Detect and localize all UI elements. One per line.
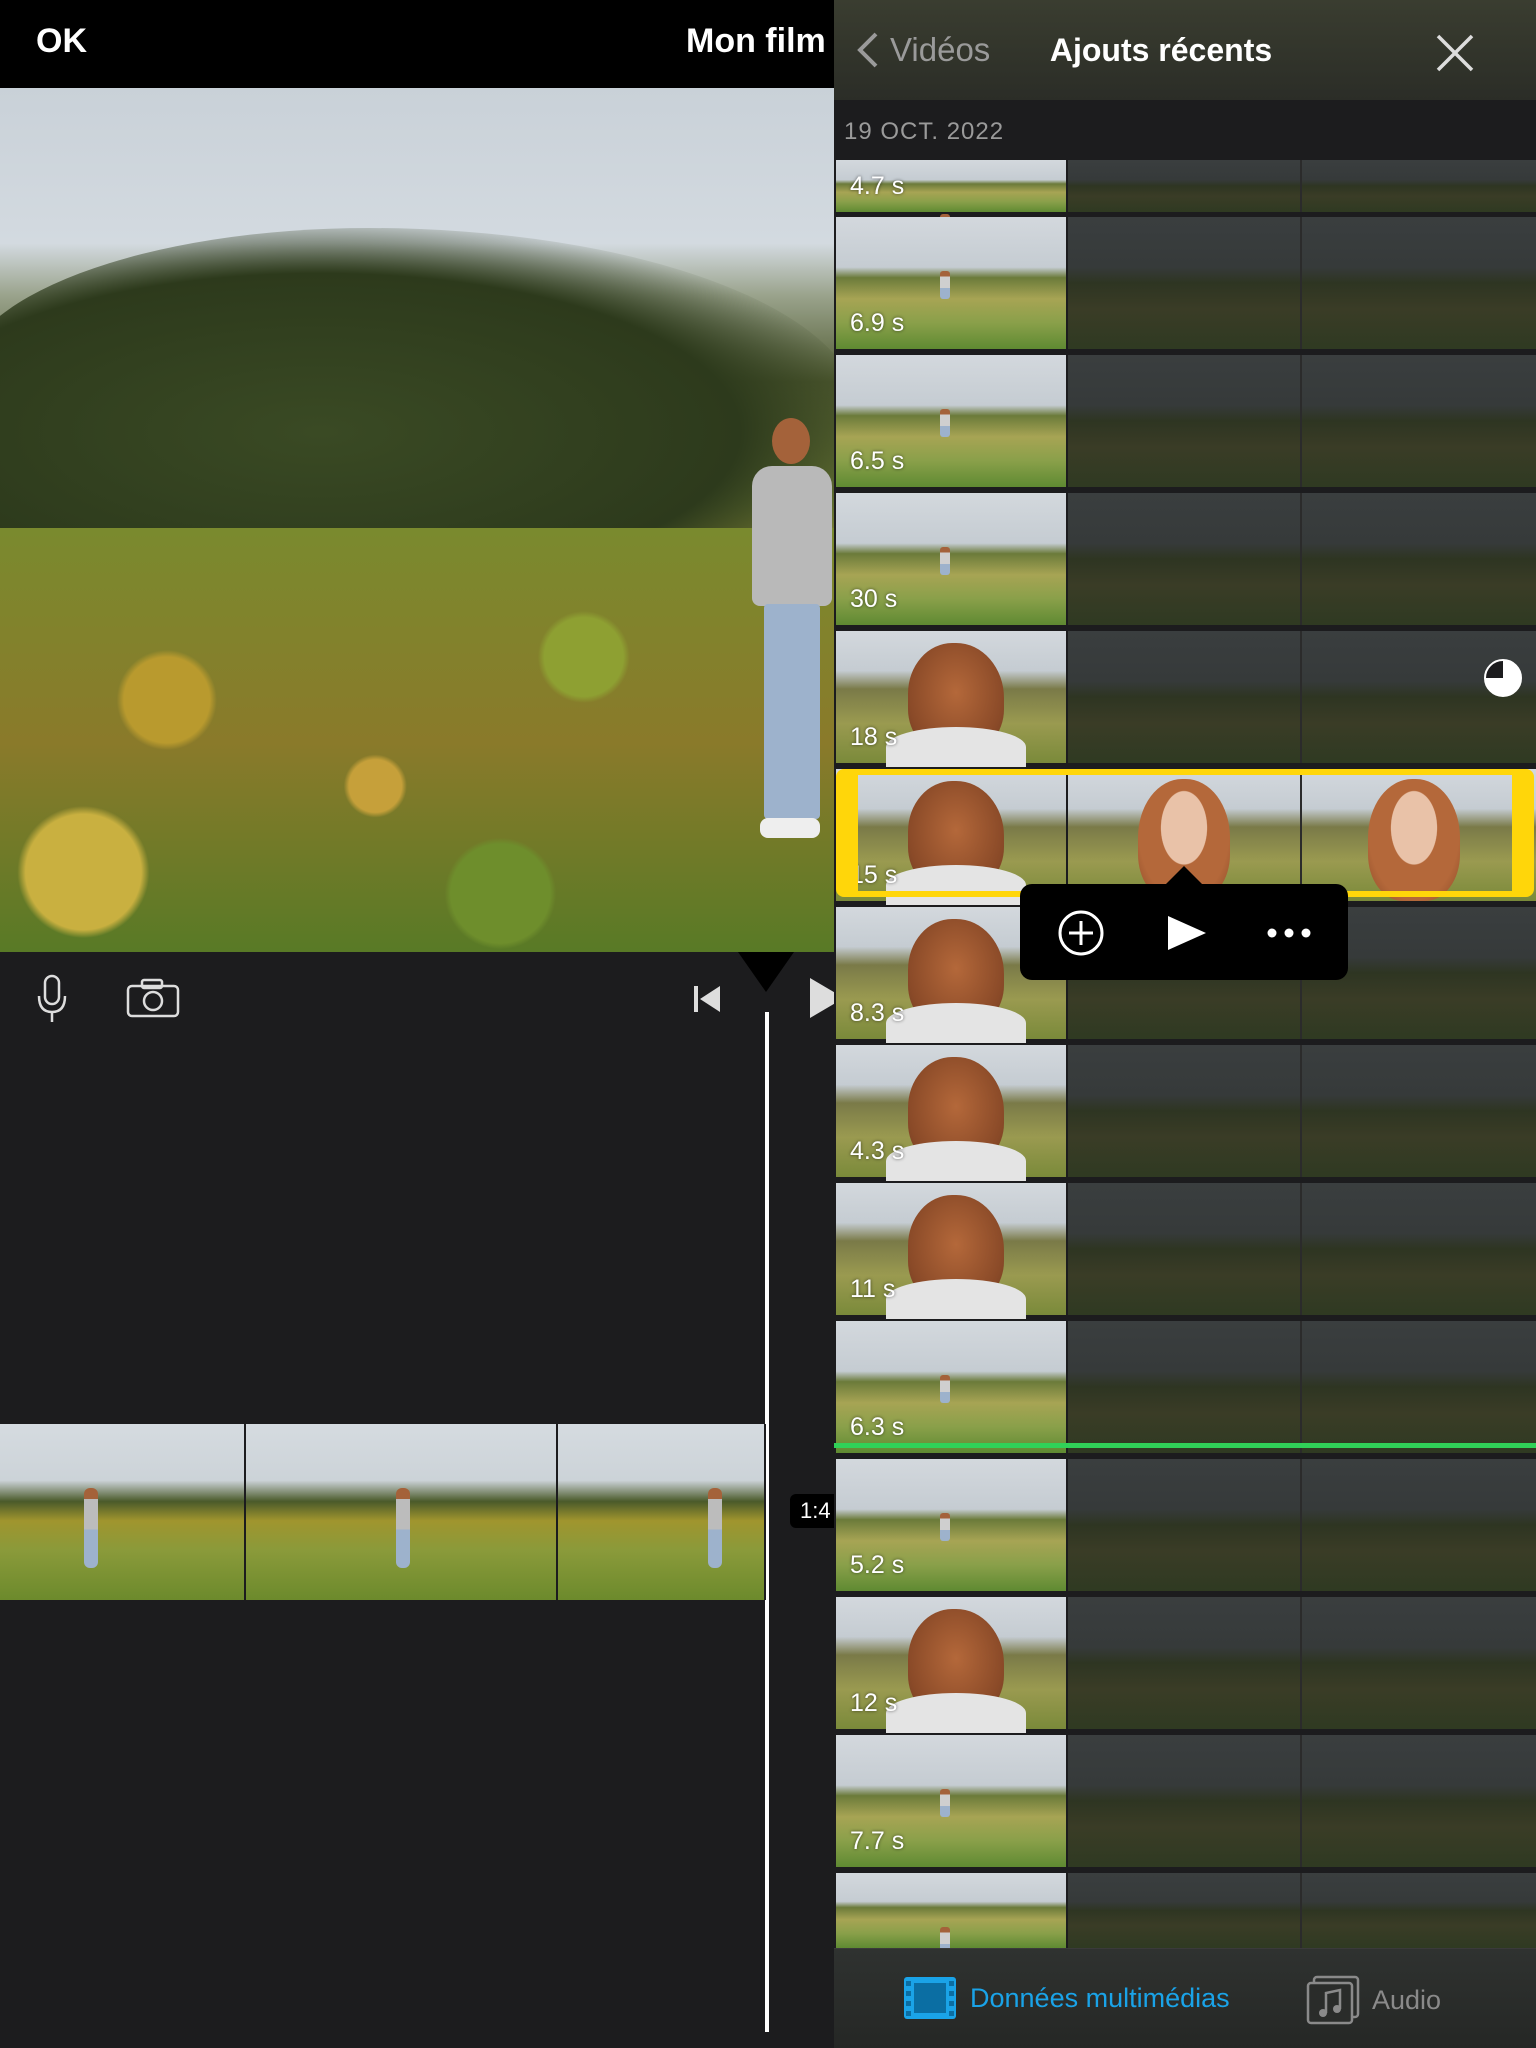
clip-duration: 4.3 s — [850, 1137, 905, 1165]
chevron-left-icon — [857, 32, 878, 68]
play-icon[interactable] — [1162, 908, 1212, 958]
clip-row[interactable]: 6.9 s — [834, 217, 1536, 349]
clip-filmstrip — [1068, 1873, 1536, 1948]
clip-duration: 18 s — [850, 723, 898, 751]
clip-filmstrip — [1068, 1045, 1536, 1177]
clip-filmstrip — [1068, 160, 1536, 212]
tab-audio-label: Audio — [1372, 1984, 1442, 2015]
viewer-person-image — [746, 418, 834, 873]
tab-audio[interactable]: Audio — [1306, 1975, 1441, 2025]
editor-toolbar — [0, 952, 834, 1022]
clip-duration: 6.9 s — [850, 309, 905, 337]
viewer-hedge-image — [0, 228, 834, 568]
camera-icon[interactable] — [126, 978, 180, 1018]
clip-row[interactable]: 5.2 s — [834, 1459, 1536, 1591]
clip-thumbnail — [836, 1873, 1066, 1955]
clip-row[interactable]: 7.7 s — [834, 1735, 1536, 1867]
microphone-icon[interactable] — [36, 974, 68, 1024]
used-clip-marker — [834, 1443, 1536, 1448]
clip-action-popup — [1020, 866, 1348, 980]
media-browser: Vidéos Ajouts récents 19 OCT. 2022 4.7 s… — [834, 0, 1536, 2048]
close-icon[interactable] — [1434, 32, 1476, 74]
clip-filmstrip — [1068, 1183, 1536, 1315]
clip-filmstrip — [1068, 217, 1536, 349]
skip-to-start-icon[interactable] — [692, 982, 724, 1016]
browser-tab-bar: Données multimédias Audio — [834, 1948, 1536, 2048]
clip-duration: 7.7 s — [850, 1827, 905, 1855]
browser-header: Vidéos Ajouts récents — [834, 0, 1536, 100]
clip-row[interactable]: 18 s — [834, 631, 1536, 767]
clip-duration: 4.7 s — [850, 172, 905, 200]
clip-duration: 6.5 s — [850, 447, 905, 475]
movie-editor: OK Mon film 1:4 — [0, 0, 834, 2048]
editor-top-bar: OK Mon film — [0, 0, 834, 88]
date-header: 19 OCT. 2022 — [844, 118, 1005, 145]
date-section-header: 19 OCT. 2022 — [834, 100, 1536, 160]
download-progress-icon — [1484, 659, 1522, 697]
clip-row[interactable] — [834, 1873, 1536, 1955]
viewer-ferns-image — [0, 528, 834, 952]
clip-filmstrip — [1068, 631, 1536, 763]
browser-title-text: Ajouts récents — [1049, 32, 1273, 68]
clip-filmstrip — [1068, 1735, 1536, 1867]
plus-circle-icon[interactable] — [1056, 908, 1106, 958]
play-icon[interactable] — [806, 976, 834, 1020]
clip-duration: 6.3 s — [850, 1413, 905, 1441]
timeline-frame — [558, 1424, 766, 1600]
music-note-icon — [1306, 1975, 1360, 2025]
timecode-label: 1:4 — [790, 1494, 834, 1528]
timeline-frame — [246, 1424, 558, 1600]
clip-row[interactable]: 4.3 s — [834, 1045, 1536, 1181]
ellipsis-icon[interactable] — [1264, 908, 1314, 958]
timeline-clip[interactable] — [0, 1424, 766, 1600]
clip-filmstrip — [1068, 493, 1536, 625]
clip-duration: 8.3 s — [850, 999, 905, 1027]
tab-media[interactable]: Données multimédias — [902, 1975, 1230, 2021]
clip-row[interactable]: 4.7 s — [834, 160, 1536, 242]
video-viewer[interactable] — [0, 88, 834, 952]
playhead-marker[interactable] — [738, 952, 794, 992]
clip-filmstrip — [1068, 1321, 1536, 1453]
timeline-frame — [0, 1424, 246, 1600]
movie-title: Mon film — [686, 22, 826, 60]
clip-row[interactable]: 11 s — [834, 1183, 1536, 1319]
clip-duration: 12 s — [850, 1689, 898, 1717]
clip-duration: 5.2 s — [850, 1551, 905, 1579]
done-button[interactable]: OK — [36, 22, 87, 61]
clip-duration: 30 s — [850, 585, 898, 613]
clip-filmstrip — [1068, 1459, 1536, 1591]
clip-filmstrip — [1068, 355, 1536, 487]
clip-duration: 11 s — [850, 1275, 896, 1303]
clip-filmstrip — [1068, 1597, 1536, 1729]
clip-row[interactable]: 6.5 s — [834, 355, 1536, 487]
clip-row[interactable]: 12 s — [834, 1597, 1536, 1733]
clip-row[interactable]: 6.3 s — [834, 1321, 1536, 1453]
back-button[interactable]: Vidéos — [856, 30, 990, 70]
film-strip-icon — [904, 1977, 956, 2019]
clip-row[interactable]: 30 s — [834, 493, 1536, 625]
tab-media-label: Données multimédias — [970, 1982, 1230, 2013]
back-button-label: Vidéos — [890, 31, 991, 68]
